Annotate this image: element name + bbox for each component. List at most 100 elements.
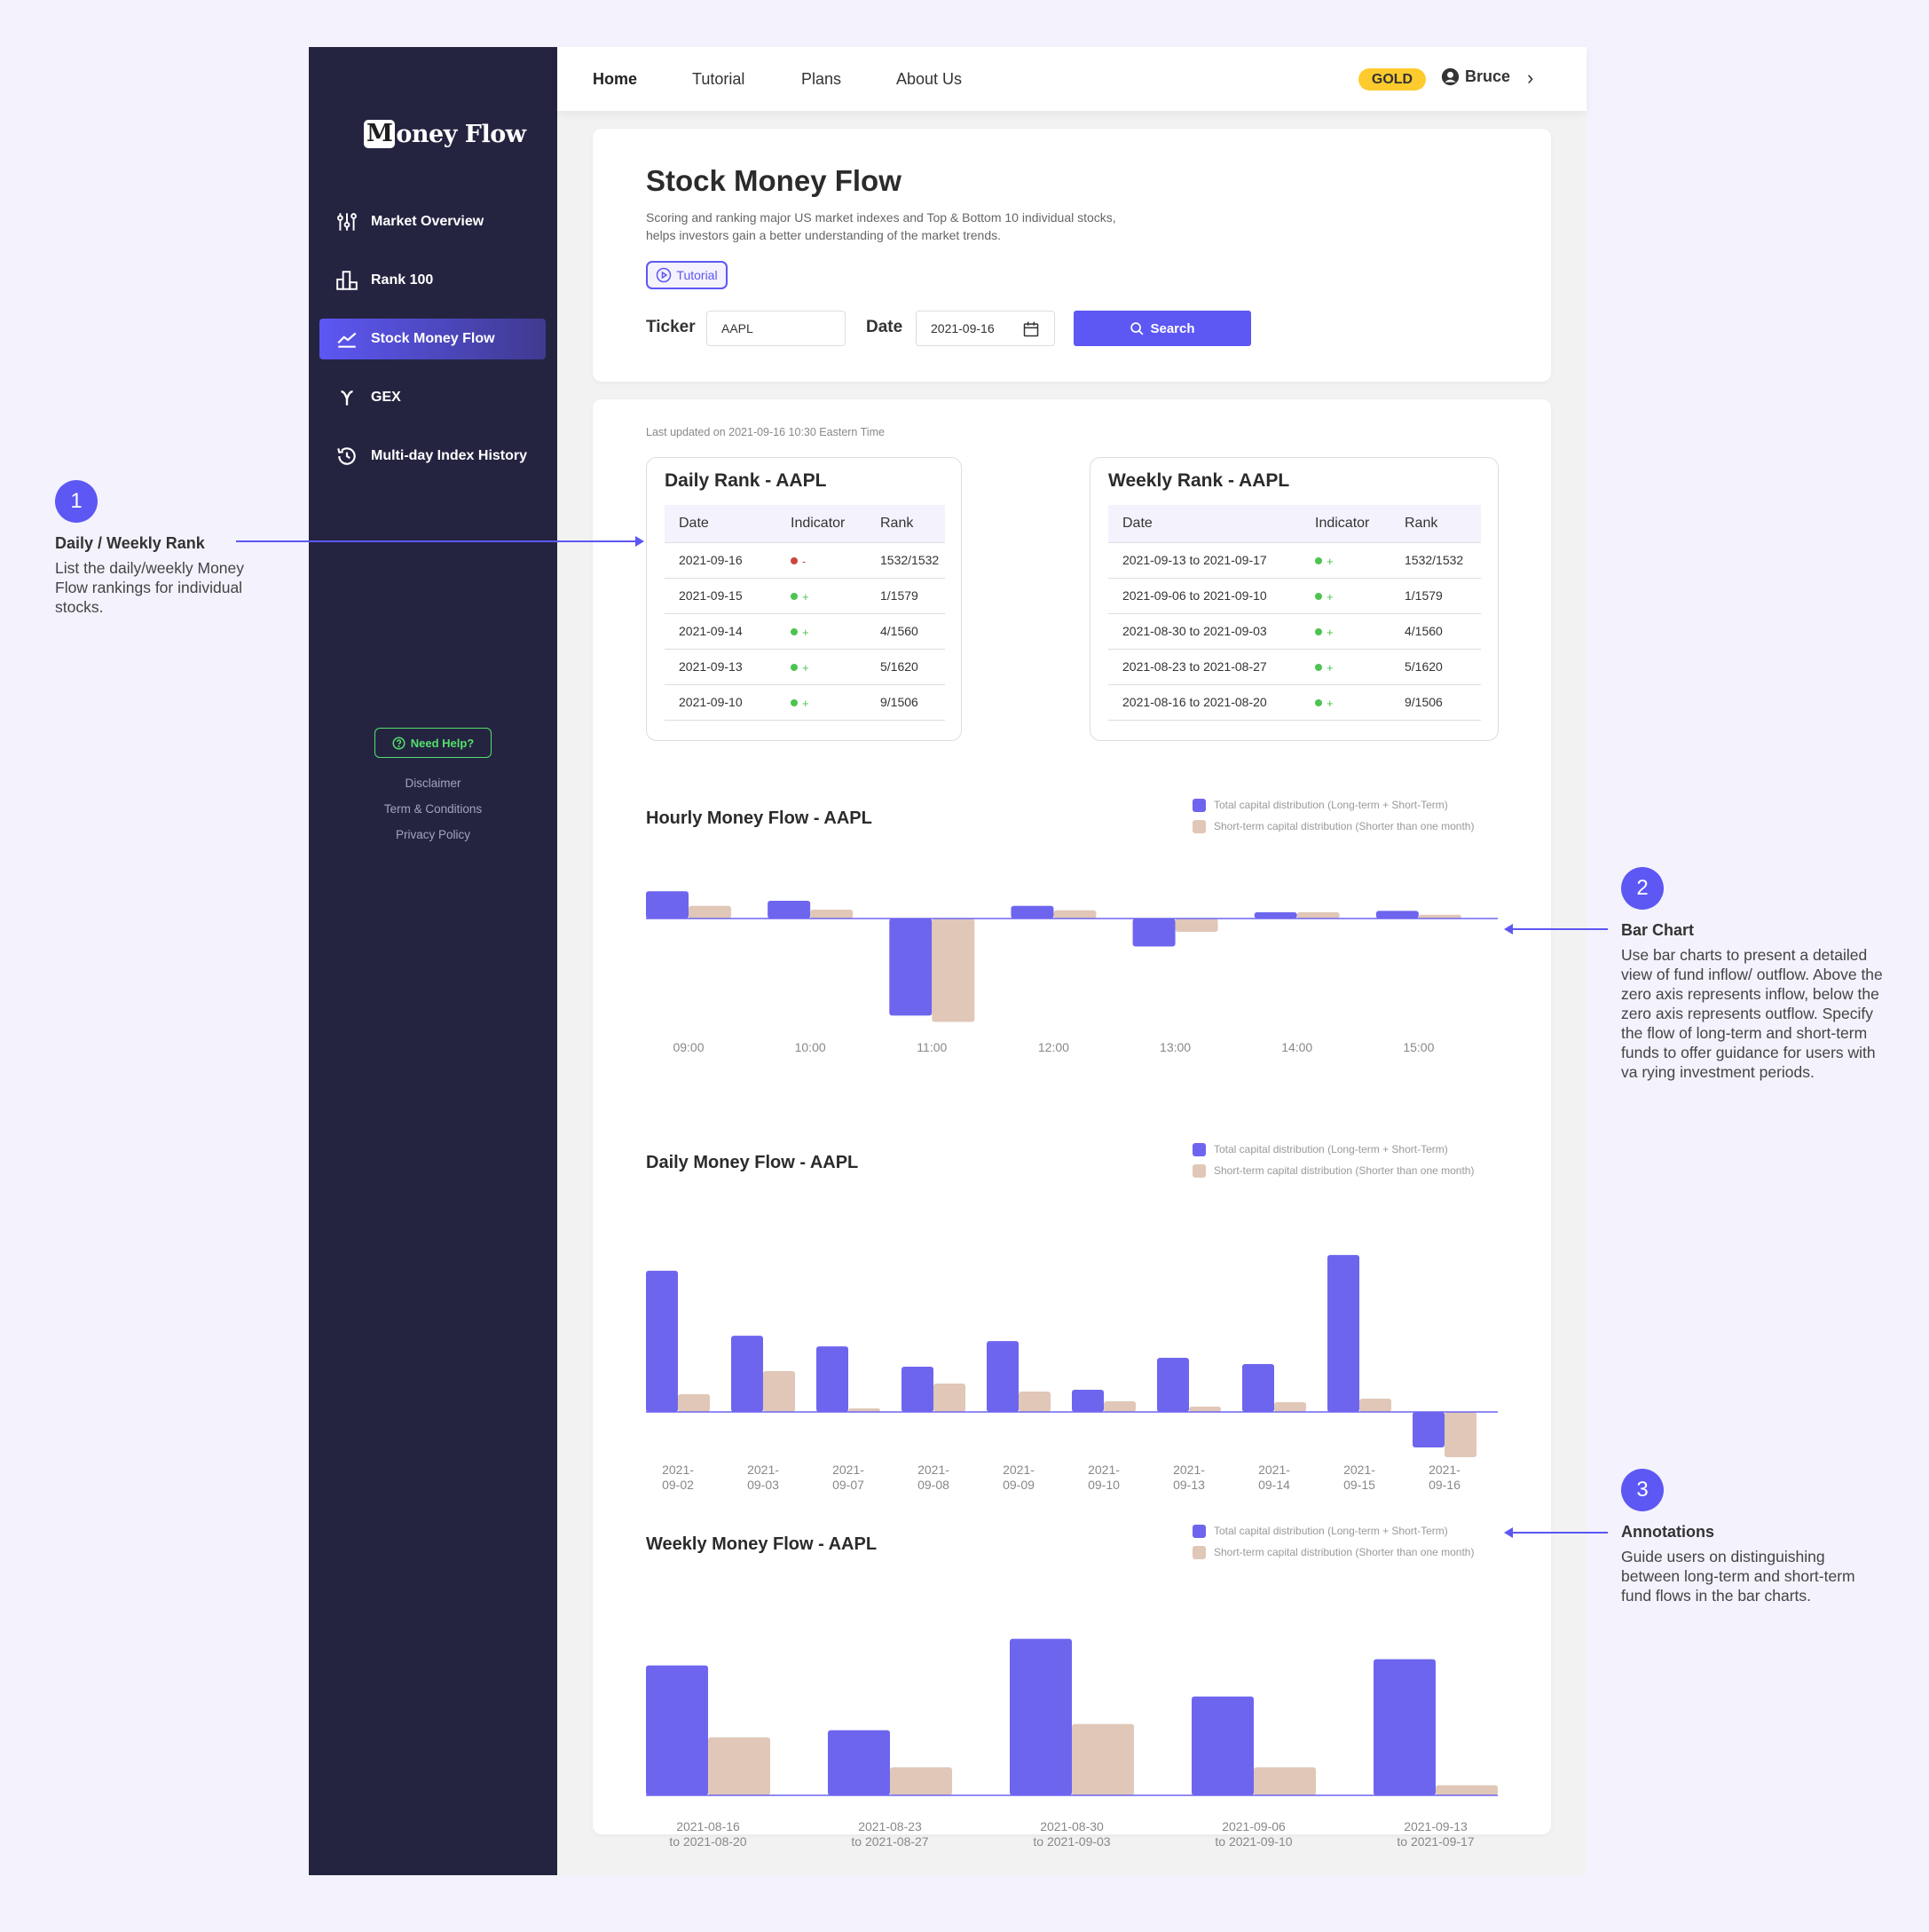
logo-initial: M	[364, 120, 396, 148]
bar-short-term[interactable]	[1274, 1402, 1306, 1412]
ticker-value: AAPL	[721, 321, 753, 335]
bar-total[interactable]	[1072, 1390, 1104, 1412]
terms-link[interactable]: Term & Conditions	[309, 802, 557, 816]
top-navbar: Home Tutorial Plans About Us GOLD Bruce …	[557, 47, 1587, 111]
date-input[interactable]: 2021-09-16	[916, 311, 1055, 346]
bar-total[interactable]	[1242, 1364, 1274, 1412]
search-button[interactable]: Search	[1074, 311, 1251, 346]
bar-total[interactable]	[1192, 1696, 1254, 1795]
annotation-title-3: Annotations	[1621, 1523, 1714, 1541]
bar-total[interactable]	[646, 1270, 678, 1412]
sidebar-item-stock-money-flow[interactable]: Stock Money Flow	[319, 319, 546, 359]
bar-total[interactable]	[1132, 919, 1176, 947]
bar-total[interactable]	[1374, 1659, 1436, 1795]
user-menu[interactable]: Bruce	[1441, 67, 1510, 86]
bar-short-term[interactable]	[890, 1767, 952, 1795]
indicator-sign: +	[802, 660, 809, 674]
chevron-right-icon[interactable]: ›	[1527, 67, 1533, 90]
bar-short-term[interactable]	[1104, 1401, 1136, 1412]
bar-chart: 2021-09-02 2021-09-03 2021-09-07 2021-09-08…	[646, 1255, 1498, 1492]
indicator-cell: +	[1301, 542, 1390, 579]
need-help-button[interactable]: Need Help?	[374, 728, 492, 758]
sidebar-item-gex[interactable]: GEX	[319, 377, 546, 418]
bar-short-term[interactable]	[689, 905, 731, 919]
nav-home[interactable]: Home	[593, 70, 637, 89]
privacy-policy-link[interactable]: Privacy Policy	[309, 828, 557, 841]
table-row: 2021-08-30 to 2021-09-03 +4/1560	[1108, 613, 1481, 650]
logo[interactable]: Money Flow	[364, 120, 526, 148]
date-cell: 2021-09-16	[665, 542, 776, 579]
table-row: 2021-08-23 to 2021-08-27 +5/1620	[1108, 649, 1481, 685]
bar-short-term[interactable]	[1053, 910, 1097, 919]
x-tick-label: 2021-09-02	[662, 1463, 694, 1492]
legend-label: Total capital distribution (Long-term + …	[1214, 1525, 1448, 1537]
date-cell: 2021-09-13 to 2021-09-17	[1108, 542, 1301, 579]
bar-short-term[interactable]	[1296, 911, 1340, 919]
bar-total[interactable]	[768, 900, 811, 919]
bar-total[interactable]	[1157, 1358, 1189, 1412]
bar-total[interactable]	[889, 919, 933, 1016]
table-row: 2021-08-16 to 2021-08-20 +9/1506	[1108, 684, 1481, 721]
bar-total[interactable]	[1254, 911, 1297, 919]
bar-total[interactable]	[1011, 905, 1054, 919]
sidebar-item-market-overview[interactable]: Market Overview	[319, 201, 546, 242]
bar-total[interactable]	[731, 1336, 763, 1412]
calendar-icon[interactable]	[1022, 320, 1040, 338]
chart-legend: Total capital distribution (Long-term + …	[1193, 1520, 1474, 1563]
bar-short-term[interactable]	[1019, 1392, 1051, 1412]
nav-plans[interactable]: Plans	[801, 70, 841, 89]
disclaimer-link[interactable]: Disclaimer	[309, 777, 557, 790]
indicator-dot-icon	[1315, 663, 1322, 671]
indicator-sign: +	[802, 696, 809, 710]
legend-item-total: Total capital distribution (Long-term + …	[1193, 1139, 1474, 1160]
x-tick-label: 09:00	[673, 1040, 704, 1054]
bar-total[interactable]	[987, 1341, 1019, 1412]
ticker-input[interactable]: AAPL	[706, 311, 846, 346]
bar-short-term[interactable]	[1175, 919, 1218, 933]
bar-total[interactable]	[1375, 911, 1419, 919]
annotation-text-3: Guide users on distinguishing between lo…	[1621, 1548, 1855, 1605]
sidebar-item-rank-100[interactable]: Rank 100	[319, 260, 546, 301]
bar-short-term[interactable]	[1436, 1785, 1498, 1795]
bar-chart-icon	[336, 271, 358, 290]
bar-total[interactable]	[1010, 1638, 1072, 1795]
table-row: 2021-09-10 +9/1506	[665, 684, 945, 721]
indicator-cell: +	[776, 613, 866, 650]
bar-short-term[interactable]	[933, 1384, 965, 1412]
table-row: 2021-09-13 to 2021-09-17 +1532/1532	[1108, 542, 1481, 579]
bar-short-term[interactable]	[1445, 1412, 1476, 1457]
nav-about-us[interactable]: About Us	[896, 70, 962, 89]
rank-cell: 1/1579	[866, 578, 945, 614]
bar-short-term[interactable]	[763, 1371, 795, 1412]
legend-item-short: Short-term capital distribution (Shorter…	[1193, 816, 1474, 837]
bar-total[interactable]	[816, 1346, 848, 1412]
bar-short-term[interactable]	[1254, 1767, 1316, 1795]
indicator-sign: +	[802, 589, 809, 603]
bar-short-term[interactable]	[678, 1394, 710, 1412]
legend-swatch	[1193, 1163, 1206, 1178]
bar-total[interactable]	[828, 1730, 890, 1795]
bar-total[interactable]	[646, 1665, 708, 1795]
bar-short-term[interactable]	[708, 1737, 770, 1795]
bar-total[interactable]	[902, 1367, 933, 1412]
date-cell: 2021-08-23 to 2021-08-27	[1108, 649, 1301, 685]
sidebar-item-multi-day-index-history[interactable]: Multi-day Index History	[319, 436, 546, 477]
bar-total[interactable]	[1413, 1412, 1445, 1447]
indicator-sign: -	[802, 554, 807, 568]
bar-total[interactable]	[646, 891, 689, 919]
indicator-dot-icon	[1315, 556, 1322, 564]
bar-total[interactable]	[1327, 1255, 1359, 1412]
bar-short-term[interactable]	[1359, 1399, 1391, 1412]
bar-short-term[interactable]	[1189, 1407, 1221, 1412]
chart-title: Daily Money Flow - AAPL	[646, 1153, 859, 1172]
rank-cell: 1/1579	[1390, 578, 1481, 614]
search-card: Stock Money Flow Scoring and ranking maj…	[593, 129, 1551, 382]
annotation-text-2: Use bar charts to present a detailed vie…	[1621, 946, 1883, 1081]
nav-tutorial[interactable]: Tutorial	[692, 70, 744, 89]
rank-cell: 5/1620	[866, 649, 945, 685]
annotation-badge-2: 2	[1621, 867, 1664, 910]
bar-short-term[interactable]	[1072, 1723, 1134, 1795]
tutorial-button[interactable]: Tutorial	[646, 261, 728, 289]
bar-short-term[interactable]	[932, 919, 975, 1022]
bar-short-term[interactable]	[810, 909, 854, 919]
